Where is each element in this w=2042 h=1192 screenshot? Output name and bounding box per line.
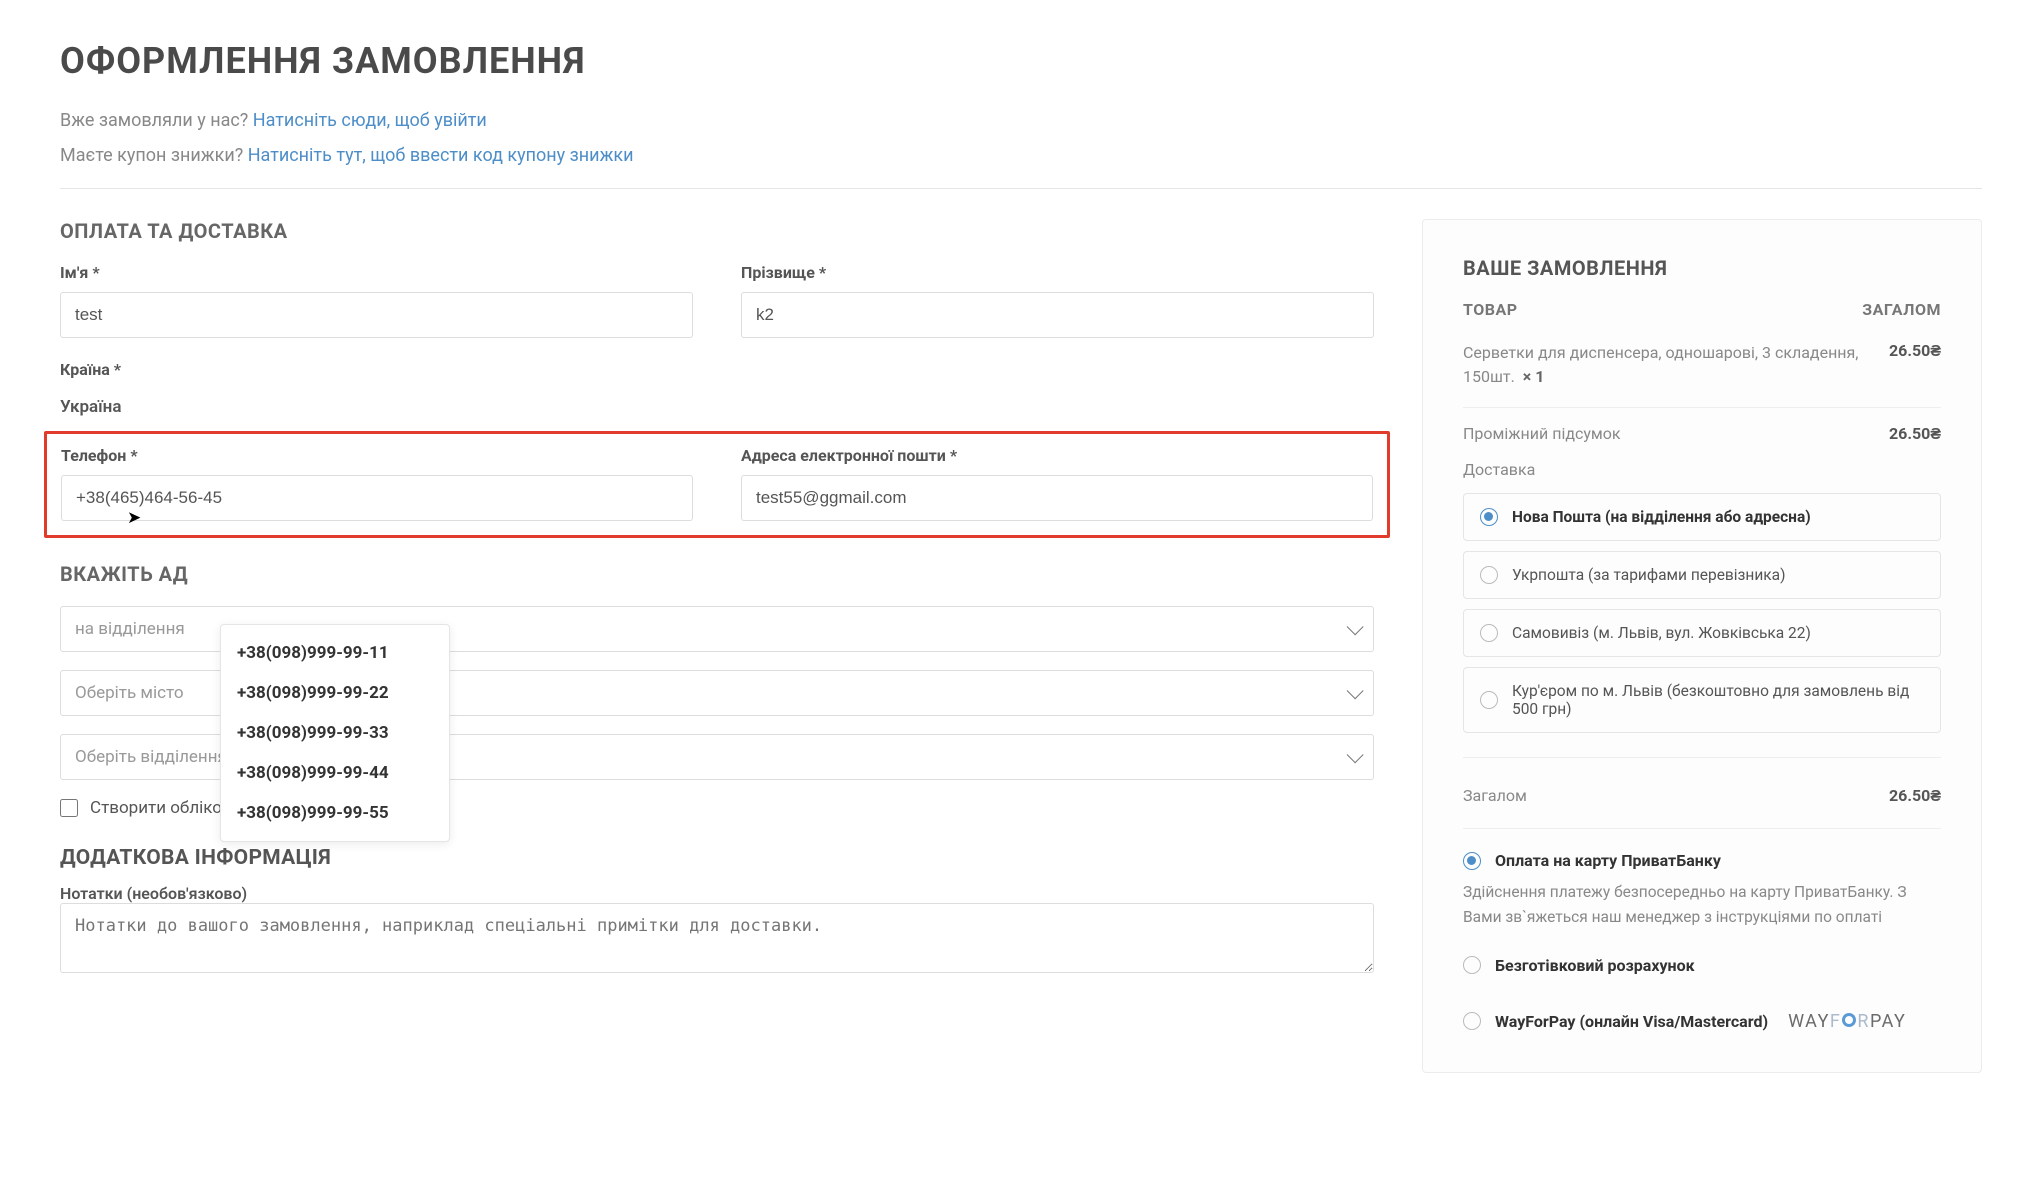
- radio-checked-icon: [1480, 508, 1498, 526]
- radio-icon: [1480, 566, 1498, 584]
- radio-icon: [1463, 956, 1481, 974]
- delivery-heading: ВКАЖІТЬ АД: [60, 562, 1374, 586]
- coupon-link[interactable]: Натисніть тут, щоб ввести код купону зни…: [248, 145, 634, 166]
- subtotal-label: Проміжний підсумок: [1463, 424, 1621, 443]
- shipping-label: Доставка: [1463, 460, 1941, 479]
- phone-label: Телефон *: [61, 446, 693, 465]
- divider: [60, 188, 1982, 189]
- order-heading: ВАШЕ ЗАМОВЛЕННЯ: [1463, 256, 1941, 280]
- autocomplete-item[interactable]: +38(098)999-99-22: [221, 673, 449, 713]
- contact-highlight-box: Телефон * Адреса електронної пошти * ➤: [44, 431, 1390, 538]
- login-link[interactable]: Натисніть сюди, щоб увійти: [253, 110, 487, 131]
- chevron-down-icon: [1347, 682, 1364, 699]
- shipping-option-ukrposhta[interactable]: Укрпошта (за тарифами перевізника): [1463, 551, 1941, 599]
- payment-option-cashless[interactable]: Безготівковий розрахунок: [1463, 956, 1941, 975]
- radio-checked-icon: [1463, 852, 1481, 870]
- last-name-input[interactable]: [741, 292, 1374, 338]
- col-product: ТОВАР: [1463, 300, 1518, 319]
- shipping-option-pickup[interactable]: Самовивіз (м. Львів, вул. Жовківська 22): [1463, 609, 1941, 657]
- create-account-checkbox[interactable]: [60, 799, 78, 817]
- login-prompt-text: Вже замовляли у нас?: [60, 110, 248, 131]
- item-price: 26.50₴: [1889, 341, 1941, 361]
- col-total: ЗАГАЛОМ: [1862, 300, 1941, 319]
- country-label: Країна *: [60, 360, 1374, 379]
- shipping-option-courier[interactable]: Кур'єром по м. Львів (безкоштовно для за…: [1463, 667, 1941, 733]
- total-label: Загалом: [1463, 786, 1527, 806]
- last-name-label: Прізвище *: [741, 263, 1374, 282]
- country-value: Україна: [60, 397, 1374, 417]
- autocomplete-item[interactable]: +38(098)999-99-55: [221, 793, 449, 833]
- page-title: ОФОРМЛЕННЯ ЗАМОВЛЕННЯ: [60, 40, 1982, 82]
- autocomplete-item[interactable]: +38(098)999-99-11: [221, 633, 449, 673]
- notes-label: Нотатки (необов'язково): [60, 884, 247, 903]
- payment-option-label: Безготівковий розрахунок: [1495, 956, 1695, 975]
- wayforpay-logo: WAYFRPAY: [1788, 1011, 1906, 1032]
- radio-icon: [1480, 691, 1498, 709]
- phone-autocomplete-dropdown[interactable]: +38(098)999-99-11 +38(098)999-99-22 +38(…: [220, 624, 450, 842]
- delivery-type-placeholder: на відділення: [75, 619, 185, 639]
- coupon-notice: Маєте купон знижки? Натисніть тут, щоб в…: [60, 145, 1982, 166]
- autocomplete-item[interactable]: +38(098)999-99-44: [221, 753, 449, 793]
- billing-heading: ОПЛАТА ТА ДОСТАВКА: [60, 219, 1374, 243]
- total-value: 26.50₴: [1889, 786, 1941, 806]
- chevron-down-icon: [1347, 746, 1364, 763]
- payment-option-label: Оплата на карту ПриватБанку: [1495, 851, 1721, 870]
- autocomplete-item[interactable]: +38(098)999-99-33: [221, 713, 449, 753]
- item-qty: × 1: [1523, 367, 1545, 386]
- subtotal-value: 26.50₴: [1889, 424, 1941, 444]
- payment-option-label: WayForPay (онлайн Visa/Mastercard): [1495, 1012, 1768, 1031]
- notes-textarea[interactable]: [60, 903, 1374, 973]
- delivery-city-placeholder: Оберіть місто: [75, 683, 184, 703]
- shipping-option-label: Нова Пошта (на відділення або адресна): [1512, 508, 1811, 526]
- shipping-option-label: Укрпошта (за тарифами перевізника): [1512, 566, 1786, 584]
- shipping-option-label: Кур'єром по м. Львів (безкоштовно для за…: [1512, 682, 1924, 718]
- payment-option-privat[interactable]: Оплата на карту ПриватБанку: [1463, 851, 1941, 870]
- radio-icon: [1480, 624, 1498, 642]
- email-input[interactable]: [741, 475, 1373, 521]
- shipping-option-label: Самовивіз (м. Львів, вул. Жовківська 22): [1512, 624, 1811, 642]
- extra-info-heading: ДОДАТКОВА ІНФОРМАЦІЯ: [60, 846, 1374, 870]
- first-name-label: Ім'я *: [60, 263, 693, 282]
- shipping-option-novaposhta[interactable]: Нова Пошта (на відділення або адресна): [1463, 493, 1941, 541]
- login-notice: Вже замовляли у нас? Натисніть сюди, щоб…: [60, 110, 1982, 131]
- coupon-prompt-text: Маєте купон знижки?: [60, 145, 243, 166]
- email-label: Адреса електронної пошти *: [741, 446, 1373, 465]
- payment-option-wayforpay[interactable]: WayForPay (онлайн Visa/Mastercard) WAYFR…: [1463, 1011, 1941, 1032]
- radio-icon: [1463, 1012, 1481, 1030]
- payment-description: Здійснення платежу безпосередньо на карт…: [1463, 880, 1941, 930]
- order-summary-panel: ВАШЕ ЗАМОВЛЕННЯ ТОВАР ЗАГАЛОМ Серветки д…: [1422, 219, 1982, 1073]
- chevron-down-icon: [1347, 618, 1364, 635]
- delivery-branch-placeholder: Оберіть відділення: [75, 747, 227, 767]
- first-name-input[interactable]: [60, 292, 693, 338]
- phone-input[interactable]: [61, 475, 693, 521]
